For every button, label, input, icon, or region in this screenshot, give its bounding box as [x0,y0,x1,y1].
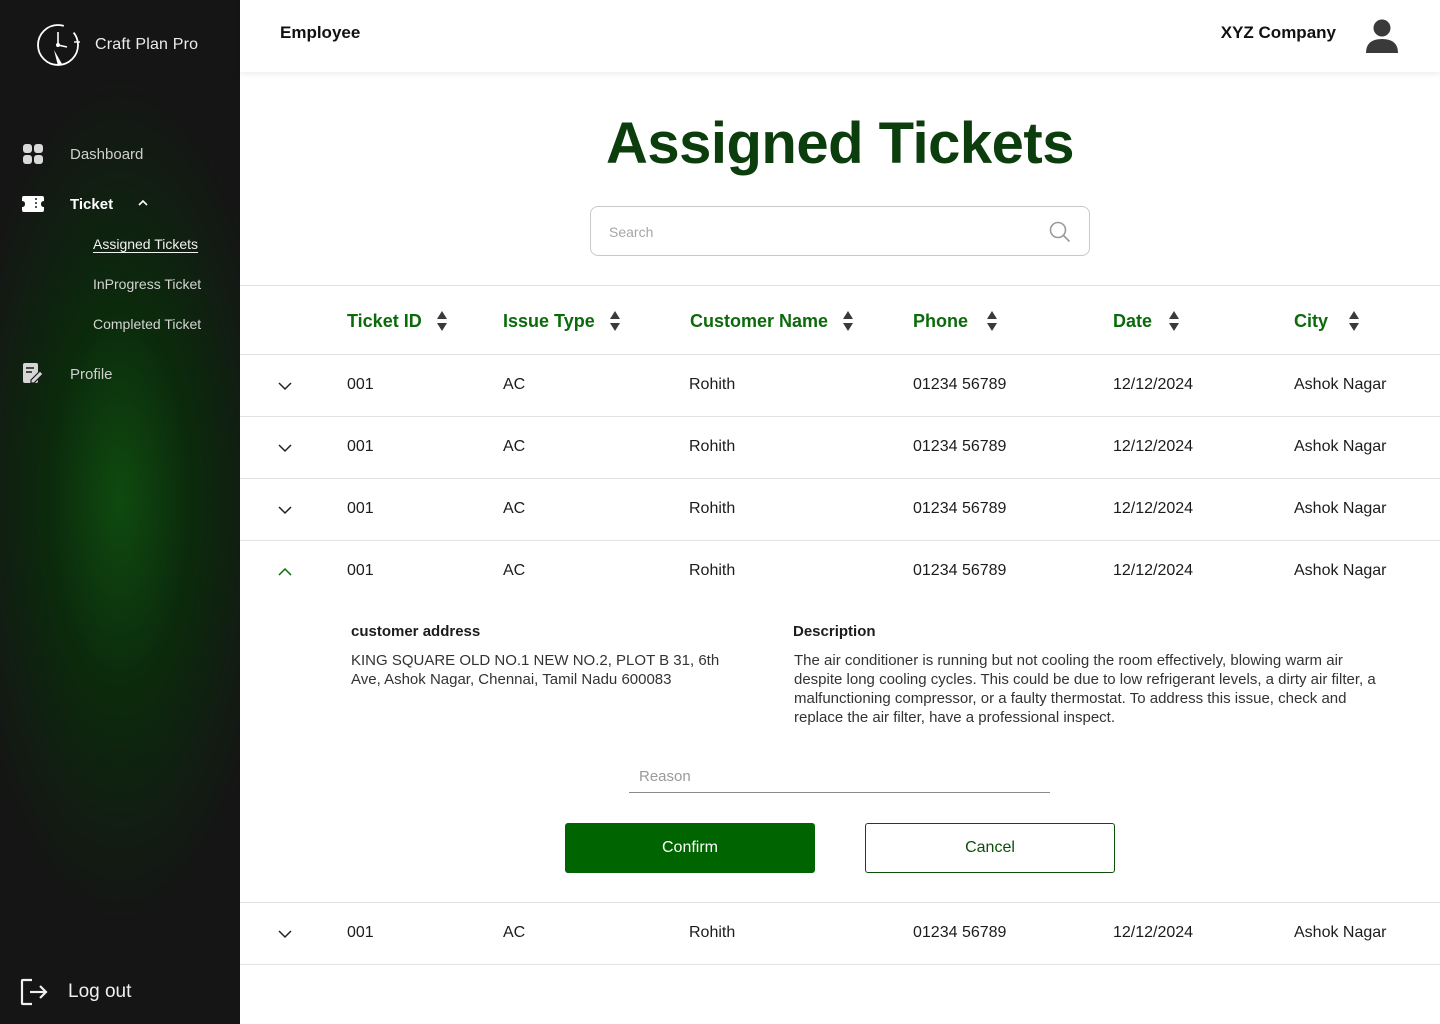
cell-city: Ashok Nagar [1294,562,1387,579]
cell-date: 12/12/2024 [1113,924,1194,941]
table-row-expanded: 001 AC Rohith 01234 56789 12/12/2024 Ash… [240,541,1440,903]
cell-city: Ashok Nagar [1294,438,1387,455]
column-header-label: Ticket ID [347,310,422,331]
column-header-date[interactable]: Date [1113,310,1180,332]
sidebar-item-label: Profile [70,365,113,383]
cell-ticket-id: 001 [347,562,374,579]
sidebar-item-profile[interactable]: Profile [22,362,113,386]
cell-date: 12/12/2024 [1113,376,1194,393]
header-title: Employee [280,23,361,42]
table-row[interactable]: 001 AC Rohith 01234 56789 12/12/2024 Ash… [240,903,1440,965]
column-header-ticket-id[interactable]: Ticket ID [347,310,448,332]
brand[interactable]: Craft Plan Pro [36,20,198,70]
address-label: customer address [351,623,481,640]
cell-issue-type: AC [503,376,526,393]
column-header-issue-type[interactable]: Issue Type [503,310,621,332]
ticket-icon [22,193,44,215]
sidebar-item-label: Dashboard [70,145,144,163]
company-name: XYZ Company [1220,23,1336,42]
table-row[interactable]: 001 AC Rohith 01234 56789 12/12/2024 Ash… [240,541,1440,603]
chevron-down-icon[interactable] [276,439,294,457]
clock-logo-icon [37,24,80,66]
chevron-down-icon[interactable] [276,501,294,519]
cell-date: 12/12/2024 [1113,438,1194,455]
table-row[interactable]: 001 AC Rohith 01234 56789 12/12/2024 Ash… [240,417,1440,479]
chevron-down-icon[interactable] [276,925,294,943]
cell-ticket-id: 001 [347,924,374,941]
cell-customer-name: Rohith [689,376,736,393]
cell-phone: 01234 56789 [913,376,1007,393]
column-header-phone[interactable]: Phone [913,310,998,332]
sidebar-item-ticket[interactable]: Ticket [22,192,148,216]
cell-ticket-id: 001 [347,500,374,517]
reason-input[interactable] [629,761,1050,793]
cell-phone: 01234 56789 [913,500,1007,517]
description-text: The air conditioner is running but not c… [794,652,1376,726]
sort-icon [1349,311,1360,331]
cell-phone: 01234 56789 [913,562,1007,579]
profile-edit-icon [22,363,44,385]
sidebar-subitem-assigned-tickets[interactable]: Assigned Tickets [93,236,198,252]
cell-date: 12/12/2024 [1113,562,1194,579]
sort-icon [609,311,620,331]
address-text: KING SQUARE OLD NO.1 NEW NO.2, PLOT B 31… [351,652,720,688]
top-header: Employee XYZ Company [240,0,1440,72]
column-header-label: Customer Name [690,310,829,331]
cell-ticket-id: 001 [347,376,374,393]
cell-issue-type: AC [503,500,526,517]
logout-icon [20,978,48,1006]
cell-phone: 01234 56789 [913,924,1007,941]
column-header-label: Phone [913,310,969,331]
page-title: Assigned Tickets [605,111,1075,176]
chevron-up-icon[interactable] [276,563,294,581]
tickets-table: Ticket ID Issue Type Customer Name Phone… [240,285,1440,965]
brand-name: Craft Plan Pro [95,36,199,53]
table-row[interactable]: 001 AC Rohith 01234 56789 12/12/2024 Ash… [240,479,1440,541]
dashboard-grid-icon [22,143,44,165]
logout-label: Log out [68,981,132,1002]
cancel-button[interactable]: Cancel [865,823,1115,873]
table-row[interactable]: 001 AC Rohith 01234 56789 12/12/2024 Ash… [240,355,1440,417]
sort-icon [436,311,447,331]
user-avatar-icon[interactable] [1364,18,1400,54]
cell-customer-name: Rohith [689,924,736,941]
sidebar-item-dashboard[interactable]: Dashboard [22,142,143,166]
sidebar-item-label: Ticket [70,195,114,213]
cell-customer-name: Rohith [689,438,736,455]
cell-ticket-id: 001 [347,438,374,455]
description-label: Description [793,623,876,640]
chevron-up-icon[interactable] [136,196,150,210]
table-header: Ticket ID Issue Type Customer Name Phone… [240,285,1440,355]
cell-date: 12/12/2024 [1113,500,1194,517]
cell-city: Ashok Nagar [1294,924,1387,941]
sidebar-subitem-completed-ticket[interactable]: Completed Ticket [93,316,201,332]
logout-button[interactable]: Log out [20,978,131,1006]
column-header-customer-name[interactable]: Customer Name [690,310,854,332]
sort-icon [843,311,854,331]
cell-phone: 01234 56789 [913,438,1007,455]
column-header-label: Issue Type [503,310,595,331]
cell-city: Ashok Nagar [1294,376,1387,393]
cell-customer-name: Rohith [689,500,736,517]
search-input[interactable] [609,219,1029,245]
cell-issue-type: AC [503,924,526,941]
cell-issue-type: AC [503,562,526,579]
cell-customer-name: Rohith [689,562,736,579]
sidebar: Craft Plan Pro Dashboard Ticket Assigned… [0,0,240,1024]
search-box [590,206,1090,256]
sidebar-subitem-inprogress-ticket[interactable]: InProgress Ticket [93,276,201,292]
chevron-down-icon[interactable] [276,377,294,395]
sort-icon [987,311,998,331]
column-header-label: Date [1113,310,1153,331]
confirm-button[interactable]: Confirm [565,823,815,873]
column-header-label: City [1294,310,1329,331]
search-icon[interactable] [1049,221,1071,243]
cell-issue-type: AC [503,438,526,455]
column-header-city[interactable]: City [1294,310,1360,332]
sort-icon [1169,311,1180,331]
cell-city: Ashok Nagar [1294,500,1387,517]
